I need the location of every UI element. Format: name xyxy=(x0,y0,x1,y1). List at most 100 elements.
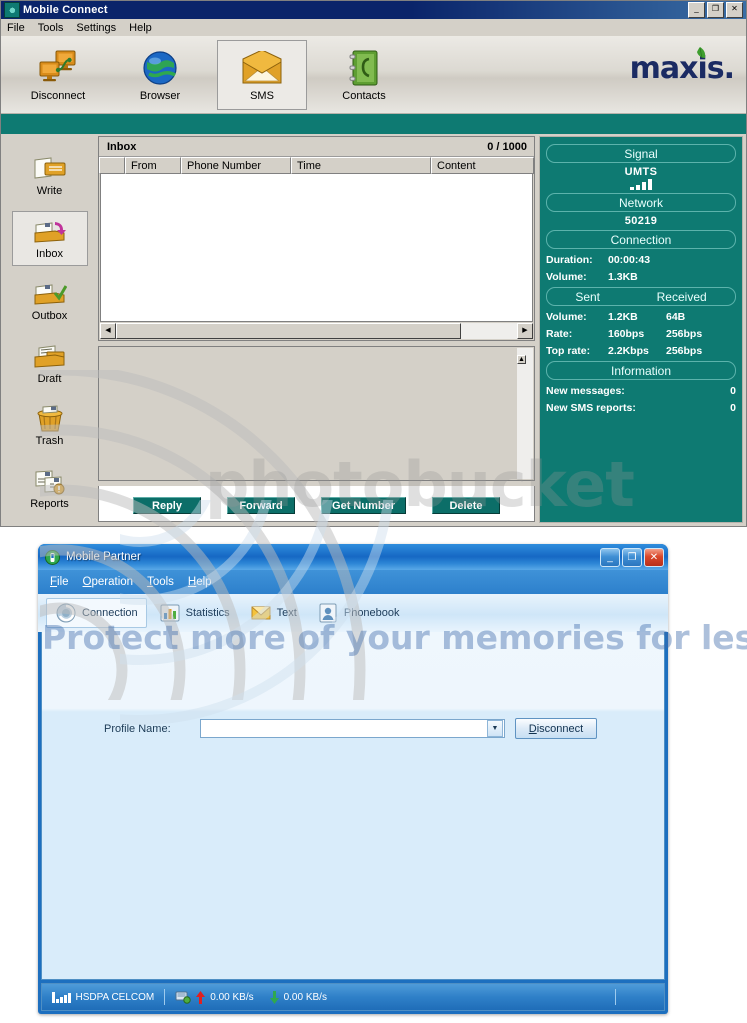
disconnect-button[interactable]: Disconnect xyxy=(515,718,597,739)
minimize-button[interactable]: _ xyxy=(688,2,705,18)
duration-label: Duration: xyxy=(546,254,593,266)
menu-item-tools[interactable]: Tools xyxy=(38,22,64,34)
toolbar-label-disconnect: Disconnect xyxy=(30,89,86,102)
scroll-right-button[interactable]: ▶ xyxy=(517,323,533,339)
menu-item-file[interactable]: File xyxy=(7,22,25,34)
sidebar-item-draft[interactable]: Draft xyxy=(12,336,88,392)
volume-value: 1.3KB xyxy=(608,271,638,283)
new-messages-label: New messages: xyxy=(546,385,625,397)
sidebar-label-write: Write xyxy=(36,185,63,198)
menu-item-tools[interactable]: Tools xyxy=(147,576,174,588)
window1-toolbar: Disconnect Browser SMS Contacts maxis. xyxy=(1,36,746,114)
forward-button[interactable]: Forward xyxy=(227,497,296,514)
network-id-value: 50219 xyxy=(624,215,658,227)
tab-statistics[interactable]: Statistics xyxy=(151,598,238,628)
toolbar-label-contacts: Contacts xyxy=(342,89,386,102)
scroll-left-button[interactable]: ◀ xyxy=(100,323,116,339)
toolbar-button-disconnect[interactable]: Disconnect xyxy=(13,40,103,110)
address-book-icon xyxy=(347,48,381,88)
sidebar-item-write[interactable]: Write xyxy=(12,148,88,204)
new-messages-row: New messages: 0 xyxy=(546,385,736,397)
close-button[interactable]: ✕ xyxy=(644,547,664,567)
window1-teal-band xyxy=(1,114,746,135)
trash-basket-icon xyxy=(33,404,67,434)
duration-value: 00:00:43 xyxy=(608,254,651,266)
sidebar-item-outbox[interactable]: Outbox xyxy=(12,273,88,329)
column-header-time[interactable]: Time xyxy=(291,157,431,174)
outbox-check-icon xyxy=(33,279,67,309)
download-rate: 0.00 KB/s xyxy=(283,991,327,1003)
maximize-button[interactable]: ❐ xyxy=(622,547,642,567)
menu-item-file[interactable]: FFileile xyxy=(50,576,69,588)
new-messages-value: 0 xyxy=(730,385,736,397)
column-header-phone-number[interactable]: Phone Number xyxy=(181,157,291,174)
connection-panel: Profile Name: ▼ Disconnect xyxy=(41,632,665,980)
preview-vertical-scrollbar[interactable]: ▲ xyxy=(517,348,533,479)
new-sms-reports-row: New SMS reports: 0 xyxy=(546,402,736,414)
tab-text[interactable]: Text xyxy=(242,598,305,628)
volume-detail-row: Volume: 1.2KB 64B xyxy=(546,311,736,323)
column-header-from[interactable]: From xyxy=(125,157,181,174)
reply-button[interactable]: Reply xyxy=(133,497,202,514)
chevron-down-icon[interactable]: ▼ xyxy=(487,720,503,737)
sidebar-label-inbox: Inbox xyxy=(36,247,63,260)
sms-action-buttons: Reply Forward Get Number Delete xyxy=(98,486,535,522)
write-message-icon xyxy=(33,154,67,184)
get-number-button[interactable]: Get Number xyxy=(321,497,406,514)
new-sms-reports-value: 0 xyxy=(730,402,736,414)
scrollbar-track[interactable] xyxy=(461,323,517,339)
menu-item-operation[interactable]: Operation xyxy=(83,576,134,588)
mobile-partner-icon xyxy=(45,549,60,565)
delete-button[interactable]: Delete xyxy=(431,497,500,514)
toolbar-button-sms[interactable]: SMS xyxy=(217,39,307,110)
reports-pages-icon xyxy=(33,467,67,497)
inbox-title: Inbox xyxy=(107,140,137,153)
window1-menu-bar: File Tools Settings Help xyxy=(1,19,746,36)
scrollbar-thumb[interactable] xyxy=(116,323,461,339)
window2-title: Mobile Partner xyxy=(66,551,141,563)
sidebar-label-outbox: Outbox xyxy=(31,310,68,323)
contacts-book-icon xyxy=(319,603,337,623)
tab-connection[interactable]: Connection xyxy=(46,598,147,628)
received-header: Received xyxy=(656,289,707,304)
minimize-button[interactable]: _ xyxy=(600,547,620,567)
envelope-icon xyxy=(251,606,271,620)
column-header-content[interactable]: Content xyxy=(431,157,534,174)
sent-header: Sent xyxy=(575,289,600,304)
tab-phonebook[interactable]: Phonebook xyxy=(309,598,408,628)
new-sms-reports-label: New SMS reports: xyxy=(546,402,636,414)
connection-globe-icon xyxy=(56,603,76,623)
scroll-up-button[interactable]: ▲ xyxy=(517,355,526,364)
sidebar-label-reports: Reports xyxy=(30,497,69,510)
information-section-header: Information xyxy=(546,361,736,380)
mobile-connect-window: Mobile Connect _ ❐ ✕ File Tools Settings… xyxy=(0,0,747,527)
transfer-group: 0.00 KB/s xyxy=(175,990,254,1004)
rate-sent: 160bps xyxy=(608,328,645,340)
close-button[interactable]: ✕ xyxy=(726,2,743,18)
message-preview-pane[interactable]: ▲ xyxy=(98,346,535,481)
sidebar-item-trash[interactable]: Trash xyxy=(12,398,88,454)
sidebar-item-reports[interactable]: Reports xyxy=(12,461,88,517)
column-header-select[interactable] xyxy=(99,157,125,174)
signal-section-header: Signal xyxy=(546,144,736,163)
tab-label-phonebook: Phonebook xyxy=(343,607,400,619)
sidebar-item-inbox[interactable]: Inbox xyxy=(11,210,88,267)
bar-chart-icon xyxy=(160,604,180,622)
profile-name-label: Profile Name: xyxy=(104,722,171,735)
menu-item-settings[interactable]: Settings xyxy=(76,22,116,34)
inbox-tray-icon xyxy=(33,217,67,247)
draft-tray-icon xyxy=(33,342,67,372)
window2-title-bar[interactable]: Mobile Partner _ ❐ ✕ xyxy=(38,544,668,570)
window1-body: Write Inbox Outbox Draft Trash Reports I… xyxy=(1,134,746,526)
toolbar-button-browser[interactable]: Browser xyxy=(115,40,205,110)
menu-item-help[interactable]: Help xyxy=(188,576,212,588)
toolbar-button-contacts[interactable]: Contacts xyxy=(319,40,409,110)
menu-item-help[interactable]: Help xyxy=(129,22,152,34)
inbox-rows[interactable] xyxy=(100,174,533,322)
profile-name-combobox[interactable]: ▼ xyxy=(200,719,505,738)
window1-title-bar[interactable]: Mobile Connect _ ❐ ✕ xyxy=(1,1,746,19)
maximize-button[interactable]: ❐ xyxy=(707,2,724,18)
two-computers-icon xyxy=(37,48,79,88)
inbox-horizontal-scrollbar[interactable]: ◀ ▶ xyxy=(100,323,533,339)
inbox-list-panel: Inbox 0 / 1000 From Phone Number Time Co… xyxy=(98,136,535,341)
